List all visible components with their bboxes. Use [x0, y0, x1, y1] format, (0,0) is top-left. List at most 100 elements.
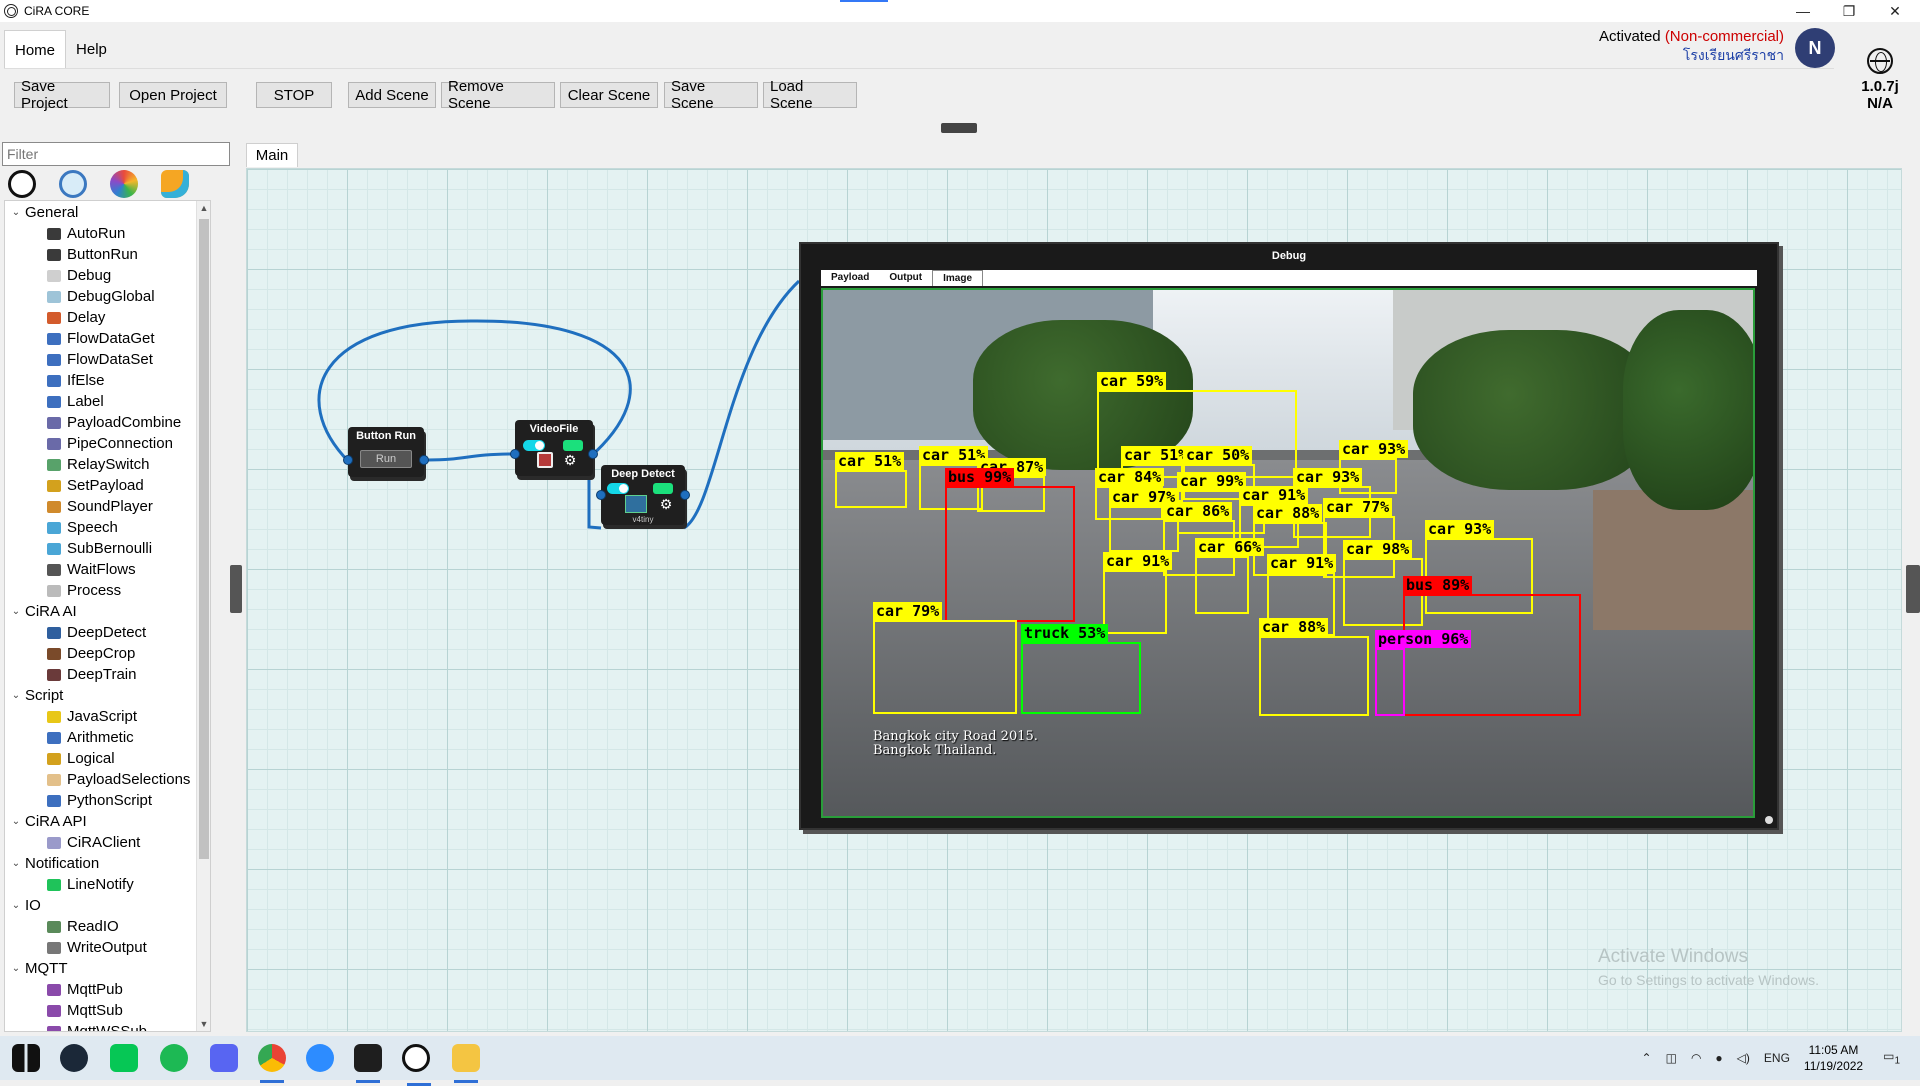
tree-item[interactable]: DeepDetect [47, 622, 146, 643]
output-port[interactable] [680, 490, 690, 500]
run-button[interactable]: Run [360, 450, 412, 468]
node-enable-toggle[interactable] [523, 440, 545, 451]
tree-scrollbar[interactable]: ▲ ▼ [196, 201, 210, 1031]
tree-item[interactable]: PayloadCombine [47, 412, 181, 433]
tree-item[interactable]: DeepCrop [47, 643, 135, 664]
wheel-icon[interactable] [110, 170, 138, 198]
scroll-down-icon[interactable]: ▼ [197, 1017, 210, 1031]
output-port[interactable] [588, 449, 598, 459]
scroll-up-icon[interactable]: ▲ [197, 201, 210, 215]
tree-item[interactable]: Process [47, 580, 121, 601]
tab-main[interactable]: Main [246, 143, 298, 167]
open-project-button[interactable]: Open Project [119, 82, 227, 108]
microphone-icon[interactable]: ● [1715, 1051, 1722, 1065]
flow-canvas[interactable]: Button Run Run VideoFile ⚙ Deep Detect ⚙… [246, 168, 1902, 1032]
gear-icon[interactable]: ⚙ [659, 497, 673, 511]
tree-item[interactable]: MqttPub [47, 979, 123, 1000]
node-button-run[interactable]: Button Run Run [343, 427, 429, 477]
tree-category[interactable]: ⌄ IO [7, 895, 41, 916]
tab-home[interactable]: Home [4, 30, 67, 69]
discord-icon[interactable] [210, 1044, 238, 1072]
gear-icon[interactable]: ⚙ [563, 453, 577, 467]
tree-item[interactable]: DeepTrain [47, 664, 136, 685]
network-icon[interactable]: ◠ [1691, 1051, 1701, 1065]
clock[interactable]: 11:05 AM 11/19/2022 [1804, 1042, 1863, 1074]
tree-item[interactable]: Delay [47, 307, 105, 328]
node-video-file[interactable]: VideoFile ⚙ [510, 420, 598, 476]
tree-item[interactable]: MqttSub [47, 1000, 123, 1021]
tab-image[interactable]: Image [932, 270, 984, 286]
chevron-down-icon[interactable]: ⌄ [7, 606, 25, 617]
input-port[interactable] [596, 490, 606, 500]
notification-icon[interactable]: ▭1 [1883, 1049, 1900, 1066]
globe-icon[interactable] [8, 170, 36, 198]
file-explorer-icon[interactable] [452, 1044, 480, 1083]
ai-icon[interactable] [59, 170, 87, 198]
right-splitter-handle[interactable] [1906, 565, 1920, 613]
output-port[interactable] [419, 455, 429, 465]
chevron-down-icon[interactable]: ⌄ [7, 816, 25, 827]
camera-icon[interactable]: ◫ [1666, 1051, 1677, 1065]
tab-payload[interactable]: Payload [821, 270, 879, 286]
node-debug-window[interactable]: Debug Payload Output Image car 59% car 51… [799, 242, 1779, 830]
tree-category[interactable]: ⌄ CiRA API [7, 811, 87, 832]
tree-item[interactable]: ButtonRun [47, 244, 138, 265]
tree-item[interactable]: PayloadSelections [47, 769, 190, 790]
tree-item[interactable]: Speech [47, 517, 118, 538]
node-deep-detect[interactable]: Deep Detect ⚙ v4tiny [596, 465, 690, 525]
left-splitter-handle[interactable] [230, 565, 242, 613]
remove-scene-button[interactable]: Remove Scene [441, 78, 555, 112]
chevron-down-icon[interactable]: ⌄ [7, 690, 25, 701]
load-scene-button[interactable]: Load Scene [763, 78, 857, 112]
tree-item[interactable]: Debug [47, 265, 111, 286]
restore-button[interactable]: ❐ [1826, 0, 1872, 22]
tree-item[interactable]: Logical [47, 748, 115, 769]
chevron-up-icon[interactable]: ⌃ [1642, 1051, 1652, 1065]
speaker-icon[interactable]: ◁) [1737, 1051, 1750, 1065]
tree-item[interactable]: IfElse [47, 370, 105, 391]
resize-handle[interactable] [1765, 816, 1773, 824]
tree-category[interactable]: ⌄ Notification [7, 853, 99, 874]
toolbar-collapse-handle[interactable] [941, 123, 977, 133]
language-indicator[interactable]: ENG [1764, 1051, 1790, 1065]
clear-scene-button[interactable]: Clear Scene [560, 82, 658, 108]
chevron-down-icon[interactable]: ⌄ [7, 963, 25, 974]
tree-item[interactable]: PipeConnection [47, 433, 173, 454]
tree-item[interactable]: ReadIO [47, 916, 119, 937]
steam-icon[interactable] [60, 1044, 88, 1072]
minimize-button[interactable]: — [1780, 0, 1826, 22]
tree-category[interactable]: ⌄ CiRA AI [7, 601, 77, 622]
tree-item[interactable]: MqttWSSub [47, 1021, 147, 1031]
line-icon[interactable] [110, 1044, 138, 1072]
filter-input[interactable] [2, 142, 230, 166]
tree-item[interactable]: WaitFlows [47, 559, 136, 580]
chevron-down-icon[interactable]: ⌄ [7, 858, 25, 869]
tree-item[interactable]: Label [47, 391, 104, 412]
save-project-button[interactable]: Save Project [14, 78, 110, 112]
tree-item[interactable]: CiRAClient [47, 832, 140, 853]
input-port[interactable] [343, 455, 353, 465]
tree-item[interactable]: SoundPlayer [47, 496, 153, 517]
chart-icon[interactable] [161, 170, 189, 198]
tree-category[interactable]: ⌄ General [7, 202, 79, 223]
terminal-icon[interactable] [354, 1044, 382, 1083]
chevron-down-icon[interactable]: ⌄ [7, 207, 25, 218]
tree-item[interactable]: PythonScript [47, 790, 152, 811]
tree-item[interactable]: LineNotify [47, 874, 134, 895]
tab-output[interactable]: Output [879, 270, 932, 286]
node-enable-toggle[interactable] [607, 483, 629, 494]
tab-help[interactable]: Help [66, 30, 117, 69]
cira-core-icon[interactable] [402, 1044, 431, 1086]
scroll-thumb[interactable] [199, 219, 209, 859]
spotify-icon[interactable] [160, 1044, 188, 1072]
tree-item[interactable]: FlowDataSet [47, 349, 153, 370]
tree-item[interactable]: SubBernoulli [47, 538, 152, 559]
avatar[interactable]: N [1795, 28, 1835, 68]
stop-button[interactable]: STOP [256, 82, 332, 108]
add-scene-button[interactable]: Add Scene [348, 82, 436, 108]
chevron-down-icon[interactable]: ⌄ [7, 900, 25, 911]
tree-item[interactable]: AutoRun [47, 223, 125, 244]
tree-item[interactable]: WriteOutput [47, 937, 147, 958]
chrome-icon[interactable] [258, 1044, 286, 1083]
zoom-icon[interactable] [306, 1044, 334, 1072]
